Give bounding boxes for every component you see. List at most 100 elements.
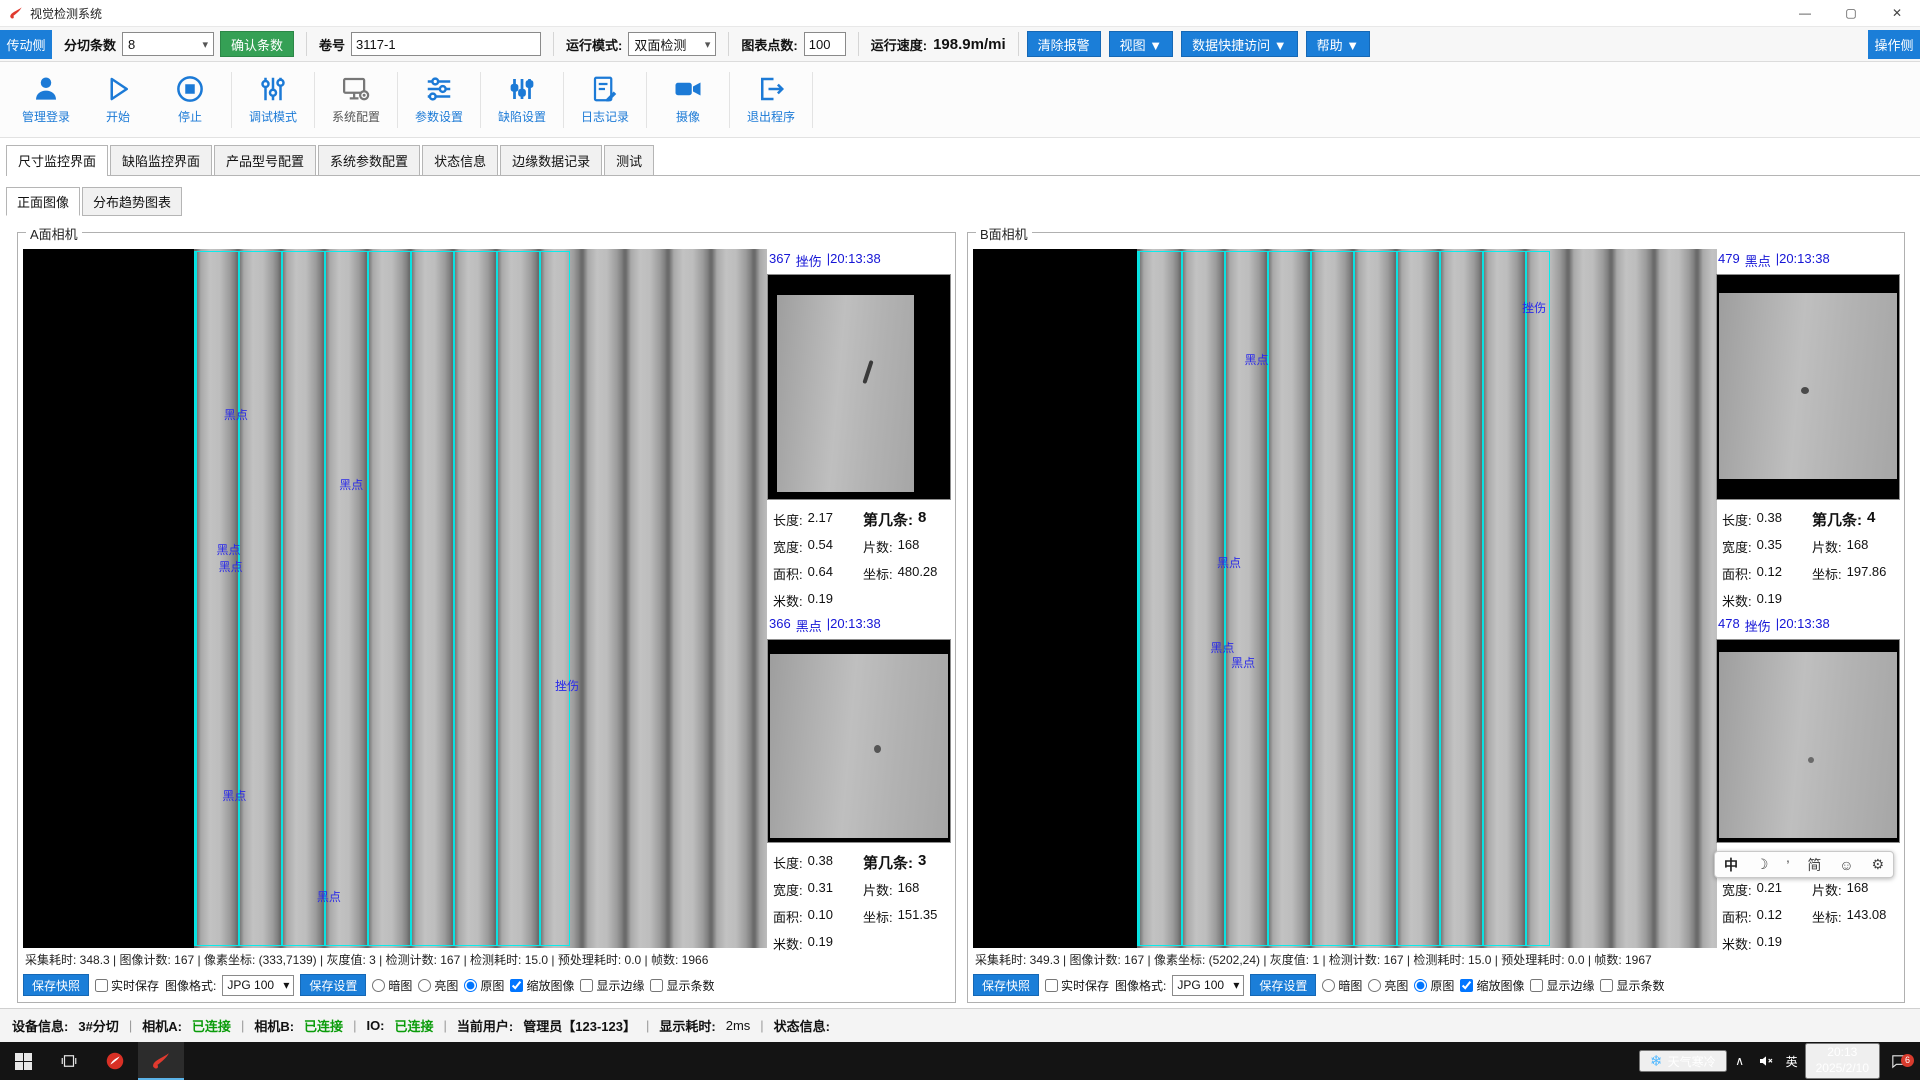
weather-widget[interactable]: ❄ 天气寒冷 <box>1639 1050 1727 1072</box>
log-record-button[interactable]: 日志记录 <box>569 68 641 132</box>
device-info-label: 设备信息: <box>12 1016 68 1035</box>
tab-product-model-config[interactable]: 产品型号配置 <box>214 145 316 175</box>
show-count-checkbox[interactable] <box>1600 979 1613 992</box>
defect-thumbnail[interactable] <box>767 639 951 843</box>
defect-mark: 黑点 <box>1245 351 1269 368</box>
pinned-app-button[interactable] <box>92 1042 138 1080</box>
system-config-button[interactable]: 系统配置 <box>320 68 392 132</box>
camera-a-status-label: 相机A: <box>142 1016 182 1035</box>
current-user-label: 当前用户: <box>457 1016 513 1035</box>
maximize-button[interactable]: ▢ <box>1828 0 1874 26</box>
defect-settings-button[interactable]: 缺陷设置 <box>486 68 558 132</box>
stat-width: 0.21 <box>1757 880 1782 899</box>
camera-button[interactable]: 摄像 <box>652 68 724 132</box>
defect-card: 478 挫伤 |20:13:38 长度:0.57 第几条:3 宽度:0.21 片… <box>1716 614 1900 957</box>
ime-moon-icon[interactable]: ☽ <box>1756 856 1769 873</box>
original-image-radio[interactable] <box>464 979 477 992</box>
drive-side-button[interactable]: 传动侧 <box>0 30 52 59</box>
stop-button[interactable]: 停止 <box>154 68 226 132</box>
system-monitor-icon <box>341 74 371 104</box>
operate-side-button[interactable]: 操作侧 <box>1868 30 1920 59</box>
minimize-button[interactable]: — <box>1782 0 1828 26</box>
ime-settings-gear-icon[interactable]: ⚙ <box>1871 856 1884 873</box>
taskbar-date: 2025/2/10 <box>1816 1061 1869 1077</box>
tab-system-param-config[interactable]: 系统参数配置 <box>318 145 420 175</box>
image-format-select[interactable]: JPG 100 ▾ <box>1172 975 1244 996</box>
dark-image-radio[interactable] <box>1322 979 1335 992</box>
show-edge-checkbox[interactable] <box>580 979 593 992</box>
tab-test[interactable]: 测试 <box>604 145 654 175</box>
subtab-trend-chart[interactable]: 分布趋势图表 <box>82 187 182 216</box>
ime-emoji-icon[interactable]: ☺ <box>1839 857 1853 873</box>
save-snapshot-button[interactable]: 保存快照 <box>973 974 1039 996</box>
view-menu-button[interactable]: 视图 ▼ <box>1109 31 1173 57</box>
ime-simplified-toggle[interactable]: 简 <box>1807 855 1821 875</box>
image-format-select[interactable]: JPG 100 ▾ <box>222 975 294 996</box>
save-settings-button[interactable]: 保存设置 <box>1250 974 1316 996</box>
chart-points-input[interactable] <box>804 32 846 56</box>
ime-punctuation-icon[interactable]: ’ <box>1786 857 1789 873</box>
status-bar: 设备信息: 3#分切 | 相机A: 已连接 | 相机B: 已连接 | IO: 已… <box>0 1008 1920 1042</box>
tab-defect-monitor[interactable]: 缺陷监控界面 <box>110 145 212 175</box>
camera-b-image[interactable]: 挫伤 黑点 黑点 黑点 黑点 <box>973 249 1717 948</box>
defect-mark: 挫伤 <box>1522 299 1546 316</box>
defect-mark: 黑点 <box>1217 554 1241 571</box>
admin-login-button[interactable]: 管理登录 <box>10 68 82 132</box>
tab-status-info[interactable]: 状态信息 <box>422 145 498 175</box>
start-button[interactable] <box>0 1042 46 1080</box>
ime-language-toggle[interactable]: 中 <box>1724 855 1738 875</box>
task-view-icon <box>60 1052 78 1070</box>
tab-edge-data-record[interactable]: 边缘数据记录 <box>500 145 602 175</box>
start-button[interactable]: 开始 <box>82 68 154 132</box>
param-settings-button[interactable]: 参数设置 <box>403 68 475 132</box>
clear-alarm-button[interactable]: 清除报警 <box>1027 31 1101 57</box>
toolbar-divider <box>480 72 481 128</box>
zoom-image-checkbox[interactable] <box>1460 979 1473 992</box>
active-app-button[interactable] <box>138 1042 184 1080</box>
input-language-indicator[interactable]: 英 <box>1779 1053 1805 1070</box>
bright-image-radio[interactable] <box>1368 979 1381 992</box>
defect-thumbnail[interactable] <box>767 274 951 500</box>
roll-number-input[interactable] <box>351 32 541 56</box>
exit-program-button[interactable]: 退出程序 <box>735 68 807 132</box>
defect-stats: 长度:0.38 第几条:3 宽度:0.31 片数:168 面积:0.10 坐标:… <box>767 843 951 957</box>
volume-muted-icon[interactable] <box>1753 1053 1779 1069</box>
run-mode-select[interactable]: 双面检测 ▾ <box>628 32 716 56</box>
image-format-label: 图像格式: <box>1115 977 1166 994</box>
help-menu-button[interactable]: 帮助 ▼ <box>1306 31 1370 57</box>
toolbar-divider <box>306 32 307 56</box>
show-edge-checkbox[interactable] <box>1530 979 1543 992</box>
window-title: 视觉检测系统 <box>30 5 102 22</box>
bright-image-radio[interactable] <box>418 979 431 992</box>
icon-toolbar: 管理登录 开始 停止 调试模式 系统配置 参数设置 缺陷设置 <box>0 62 1920 138</box>
taskbar-clock[interactable]: 20:13 2025/2/10 <box>1805 1043 1880 1078</box>
tab-size-monitor[interactable]: 尺寸监控界面 <box>6 145 108 176</box>
exit-icon <box>756 74 786 104</box>
confirm-count-button[interactable]: 确认条数 <box>220 31 294 57</box>
slit-count-select[interactable]: 8 ▾ <box>122 32 214 56</box>
save-snapshot-button[interactable]: 保存快照 <box>23 974 89 996</box>
debug-mode-button[interactable]: 调试模式 <box>237 68 309 132</box>
hidden-icons-chevron[interactable]: ∧ <box>1727 1054 1753 1068</box>
subtab-front-image[interactable]: 正面图像 <box>6 187 80 216</box>
defect-stats: 长度:0.38 第几条:4 宽度:0.35 片数:168 面积:0.12 坐标:… <box>1716 500 1900 614</box>
defect-thumbnail[interactable] <box>1716 639 1900 843</box>
task-view-button[interactable] <box>46 1042 92 1080</box>
close-button[interactable]: ✕ <box>1874 0 1920 26</box>
stat-pieces: 168 <box>1847 880 1869 899</box>
zoom-image-checkbox[interactable] <box>510 979 523 992</box>
realtime-save-checkbox[interactable] <box>1045 979 1058 992</box>
show-count-checkbox[interactable] <box>650 979 663 992</box>
action-center-button[interactable]: 6 <box>1880 1052 1916 1071</box>
camera-b-panel-title: B面相机 <box>976 224 1032 243</box>
original-image-radio[interactable] <box>1414 979 1427 992</box>
realtime-save-checkbox[interactable] <box>95 979 108 992</box>
defect-type: 挫伤 <box>1745 616 1771 635</box>
defect-card-header: 479 黑点 |20:13:38 <box>1716 249 1900 274</box>
camera-a-image[interactable]: 黑点 黑点 黑点 黑点 挫伤 黑点 黑点 <box>23 249 767 948</box>
save-settings-button[interactable]: 保存设置 <box>300 974 366 996</box>
data-quick-access-button[interactable]: 数据快捷访问 ▼ <box>1181 31 1297 57</box>
defect-thumbnail[interactable] <box>1716 274 1900 500</box>
dark-image-radio[interactable] <box>372 979 385 992</box>
chevron-down-icon: ▾ <box>202 38 208 51</box>
